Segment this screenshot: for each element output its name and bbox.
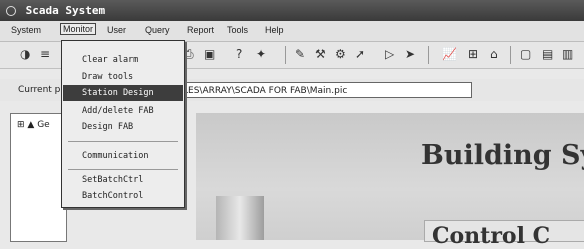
path-label: Current p [18, 85, 61, 95]
save-icon[interactable]: ▥ [562, 47, 573, 61]
menu-help[interactable]: Help [265, 25, 284, 35]
menu-bar: System Monitor User Query Report Tools H… [0, 21, 584, 42]
tree-panel: ⊞ ▲ Ge [10, 113, 67, 242]
menu-item-clear-alarm[interactable]: Clear alarm [82, 55, 138, 65]
window-icon[interactable]: ▢ [520, 47, 531, 61]
arrow-icon[interactable]: ➤ [405, 47, 415, 61]
menu-item-station-design[interactable]: Station Design [63, 85, 183, 101]
menu-item-add-delete-fab[interactable]: Add/delete FAB [82, 106, 154, 116]
window-title: Scada System [25, 4, 106, 17]
path-field[interactable]: LES\ARRAY\SCADA FOR FAB\Main.pic [176, 82, 472, 98]
grid-icon[interactable]: ⊞ [468, 47, 478, 61]
menu-item-design-fab[interactable]: Design FAB [82, 122, 133, 132]
canvas-title: Building Sy [421, 140, 584, 171]
menu-item-draw-tools[interactable]: Draw tools [82, 72, 133, 82]
power-icon[interactable]: ◑ [20, 47, 30, 61]
help-icon[interactable]: ? [236, 47, 242, 61]
menu-monitor[interactable]: Monitor [60, 23, 97, 35]
cursor-icon[interactable]: ➚ [355, 47, 365, 61]
menu-item-set-batch-ctrl[interactable]: SetBatchCtrl [82, 175, 143, 185]
play-icon[interactable]: ▷ [385, 47, 394, 61]
building-image [216, 196, 264, 240]
canvas-subtitle: Control C [432, 223, 551, 249]
settings-icon[interactable]: ✦ [256, 47, 266, 61]
print-icon[interactable]: ⎙ [184, 47, 194, 62]
menu-item-communication[interactable]: Communication [82, 151, 149, 161]
menu-report[interactable]: Report [187, 25, 214, 35]
chart-icon[interactable]: 📈 [442, 47, 457, 61]
home-icon[interactable]: ⌂ [490, 47, 498, 61]
gear-icon[interactable]: ⚙ [335, 47, 346, 61]
menu-tools[interactable]: Tools [227, 25, 248, 35]
menu-separator [68, 141, 178, 142]
tree-root[interactable]: ⊞ ▲ Ge [17, 120, 50, 130]
menu-user[interactable]: User [107, 25, 126, 35]
title-bar: Scada System [0, 0, 584, 21]
menu-system[interactable]: System [11, 25, 41, 35]
app-icon [6, 6, 16, 16]
preview-icon[interactable]: ▣ [204, 47, 215, 61]
tool-icon[interactable]: ⚒ [315, 47, 326, 61]
monitor-dropdown: Clear alarm Draw tools Station Design Ad… [61, 40, 185, 208]
canvas-area: Building Sy Control C [196, 113, 584, 249]
menu-item-batch-control[interactable]: BatchControl [82, 191, 143, 201]
menu-separator [68, 169, 178, 170]
document-icon[interactable]: ▤ [542, 47, 553, 61]
edit-icon[interactable]: ✎ [295, 47, 305, 61]
menu-query[interactable]: Query [145, 25, 170, 35]
menu-icon[interactable]: ≡ [40, 47, 50, 61]
